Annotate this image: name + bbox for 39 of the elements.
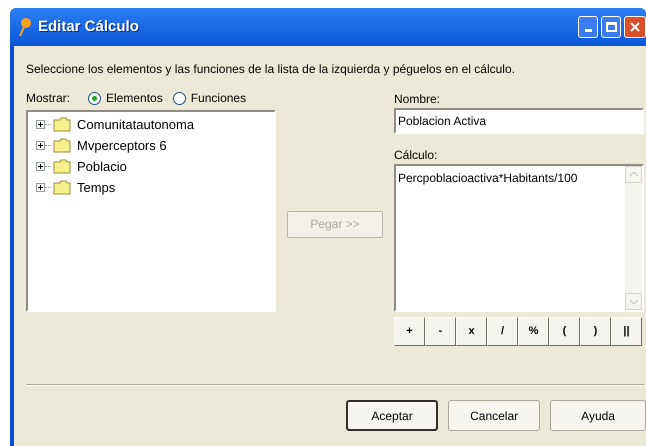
- operator-button[interactable]: (: [549, 317, 580, 346]
- expand-icon[interactable]: [36, 141, 45, 150]
- folder-icon: [53, 180, 71, 195]
- tree-item[interactable]: Temps: [77, 178, 116, 198]
- tree-item[interactable]: Comunitatautonoma: [77, 114, 194, 134]
- calculation-field[interactable]: Percpoblacioactiva*Habitants/100: [394, 164, 644, 312]
- operator-button[interactable]: -: [425, 317, 456, 346]
- minimize-button[interactable]: [578, 16, 598, 38]
- operator-button[interactable]: ||: [611, 317, 642, 346]
- expand-icon[interactable]: [36, 183, 45, 192]
- name-field[interactable]: Poblacion Activa: [394, 108, 644, 134]
- window-title: Editar Cálculo: [38, 16, 139, 37]
- show-label: Mostrar:: [26, 90, 70, 107]
- folder-icon: [53, 117, 71, 132]
- operator-button[interactable]: x: [456, 317, 487, 346]
- close-button[interactable]: [624, 16, 646, 38]
- name-label: Nombre:: [394, 91, 442, 106]
- dialog-button[interactable]: Ayuda: [550, 400, 646, 431]
- tree-item[interactable]: Mvperceptors 6: [77, 136, 167, 156]
- folder-icon: [53, 159, 71, 174]
- operator-button[interactable]: /: [487, 317, 518, 346]
- radio-label[interactable]: Funciones: [190, 89, 246, 107]
- operator-button[interactable]: %: [518, 317, 549, 346]
- dialog-button[interactable]: Cancelar: [448, 400, 540, 431]
- close-icon: [630, 22, 640, 32]
- operator-button[interactable]: ): [580, 317, 611, 346]
- instruction-text: Seleccione los elementos y las funciones de la lista de la izquierda y péguelos en el cálculo.: [26, 61, 516, 76]
- maximize-button[interactable]: [601, 16, 621, 38]
- operator-button[interactable]: +: [394, 317, 425, 346]
- tree-item[interactable]: Poblacio: [77, 156, 127, 176]
- folder-icon: [53, 138, 71, 153]
- radio-button[interactable]: [172, 92, 186, 104]
- expand-icon[interactable]: [36, 162, 45, 171]
- calculation-label: Cálculo:: [394, 147, 438, 162]
- radio-button[interactable]: [88, 92, 102, 104]
- dialog-button[interactable]: Aceptar: [346, 400, 438, 431]
- expand-icon[interactable]: [36, 120, 45, 129]
- pin-icon: [18, 17, 32, 37]
- radio-label[interactable]: Elementos: [106, 89, 163, 107]
